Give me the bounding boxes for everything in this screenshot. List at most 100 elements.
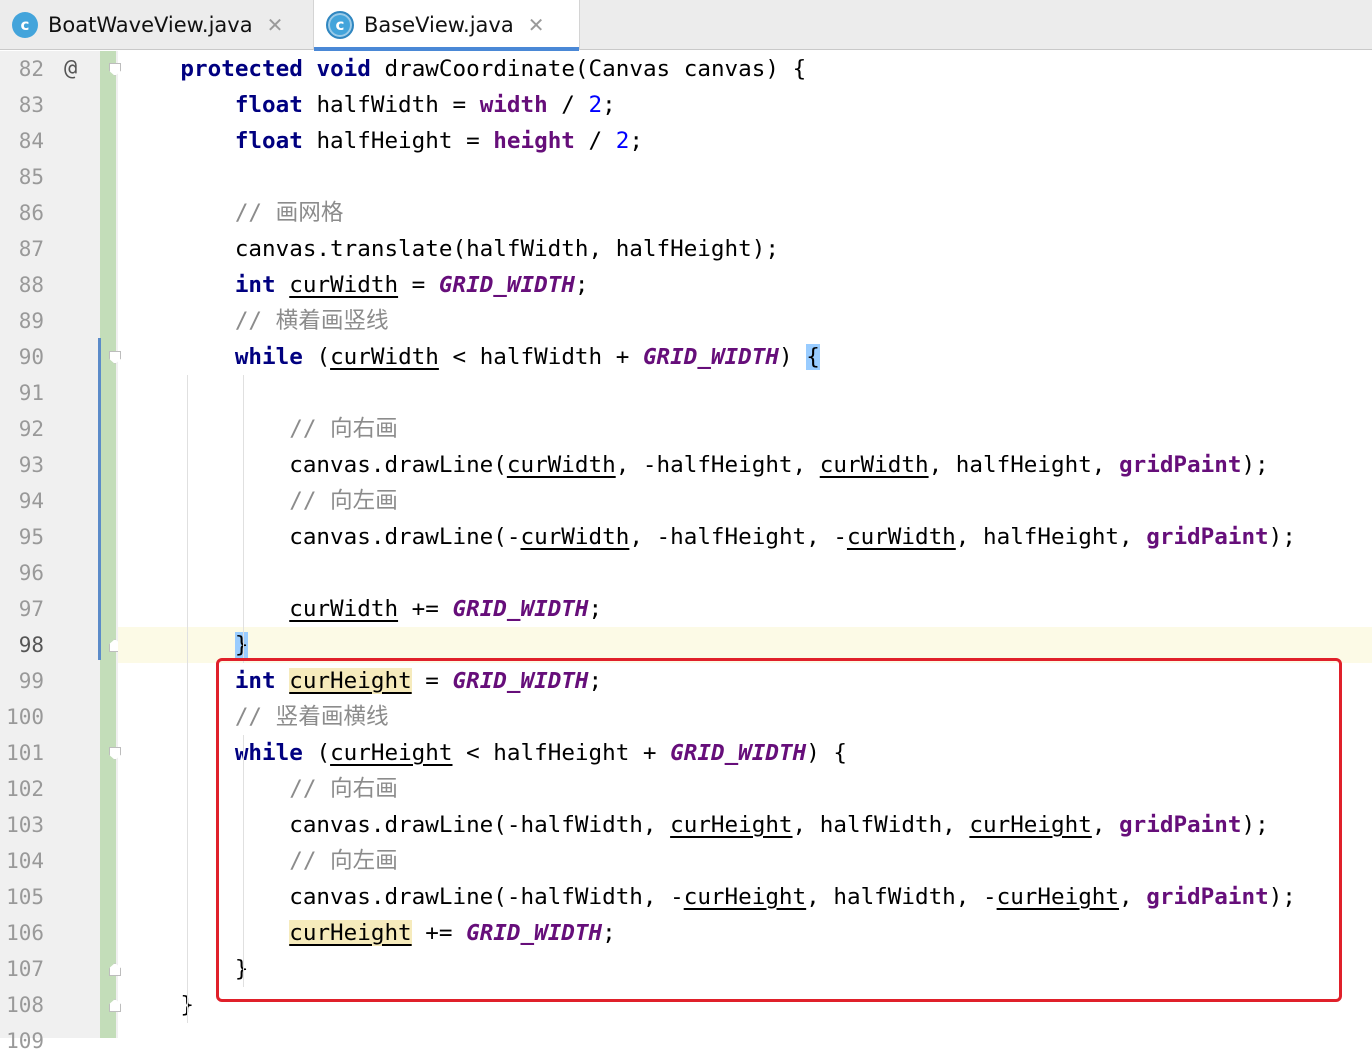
- line-number[interactable]: 99: [0, 663, 44, 699]
- code-token: < halfHeight +: [452, 740, 671, 766]
- tab-baseview[interactable]: c BaseView.java ✕: [314, 0, 580, 51]
- code-token-var: curWidth: [289, 596, 399, 622]
- code-line[interactable]: // 画网格: [118, 195, 1372, 231]
- close-icon[interactable]: ✕: [267, 13, 284, 37]
- code-line[interactable]: while (curWidth < halfWidth + GRID_WIDTH…: [118, 339, 1372, 375]
- close-icon[interactable]: ✕: [528, 13, 545, 37]
- line-number[interactable]: 105: [0, 879, 44, 915]
- indent-guide: [187, 375, 188, 1023]
- code-line[interactable]: }: [118, 951, 1372, 987]
- code-token: drawCoordinate(Canvas canvas) {: [370, 56, 807, 82]
- code-line[interactable]: // 横着画竖线: [118, 303, 1372, 339]
- code-line[interactable]: [118, 159, 1372, 195]
- code-line[interactable]: float halfHeight = height / 2;: [118, 123, 1372, 159]
- code-token: canvas.drawLine(: [126, 452, 507, 478]
- code-line[interactable]: canvas.drawLine(-halfWidth, -curHeight, …: [118, 879, 1372, 915]
- line-number[interactable]: 87: [0, 231, 44, 267]
- code-line[interactable]: canvas.translate(halfWidth, halfHeight);: [118, 231, 1372, 267]
- code-text: canvas.drawLine(-halfWidth, curHeight, h…: [126, 807, 1269, 843]
- code-line[interactable]: // 竖着画横线: [118, 699, 1372, 735]
- code-token: (: [302, 344, 331, 370]
- line-number[interactable]: 107: [0, 951, 44, 987]
- code-line[interactable]: while (curHeight < halfHeight + GRID_WID…: [118, 735, 1372, 771]
- code-token-kw: int: [234, 668, 276, 694]
- line-number[interactable]: 88: [0, 267, 44, 303]
- code-line[interactable]: // 向左画: [118, 843, 1372, 879]
- code-token-cmt: // 竖着画横线: [234, 704, 389, 730]
- code-line[interactable]: canvas.drawLine(curWidth, -halfHeight, c…: [118, 447, 1372, 483]
- line-number[interactable]: 94: [0, 483, 44, 519]
- code-line[interactable]: // 向右画: [118, 411, 1372, 447]
- line-number[interactable]: 108: [0, 987, 44, 1023]
- code-line[interactable]: [118, 555, 1372, 591]
- line-number[interactable]: 91: [0, 375, 44, 411]
- code-token: }: [126, 992, 195, 1018]
- line-number[interactable]: 89: [0, 303, 44, 339]
- line-number[interactable]: 106: [0, 915, 44, 951]
- code-line[interactable]: // 向右画: [118, 771, 1372, 807]
- line-number[interactable]: 98: [0, 627, 44, 663]
- code-token: =: [398, 272, 439, 298]
- code-text: canvas.drawLine(-curWidth, -halfHeight, …: [126, 519, 1296, 555]
- line-number[interactable]: 83: [0, 87, 44, 123]
- override-marker-icon[interactable]: @: [64, 51, 77, 87]
- line-number[interactable]: 102: [0, 771, 44, 807]
- line-number[interactable]: 92: [0, 411, 44, 447]
- code-token: halfHeight =: [302, 128, 494, 154]
- code-token: ;: [629, 128, 643, 154]
- code-token-var: curWidth: [289, 272, 399, 298]
- line-number[interactable]: 101: [0, 735, 44, 771]
- code-token: ;: [588, 668, 603, 694]
- line-number[interactable]: 90: [0, 339, 44, 375]
- code-line[interactable]: curWidth += GRID_WIDTH;: [118, 591, 1372, 627]
- code-line[interactable]: protected void drawCoordinate(Canvas can…: [118, 51, 1372, 87]
- code-line[interactable]: curHeight += GRID_WIDTH;: [118, 915, 1372, 951]
- code-token-kw: while: [234, 740, 303, 766]
- line-number[interactable]: 104: [0, 843, 44, 879]
- line-number[interactable]: 93: [0, 447, 44, 483]
- code-token: ;: [588, 596, 603, 622]
- code-token: , halfHeight,: [928, 452, 1120, 478]
- tab-label: BaseView.java: [364, 13, 514, 37]
- code-line[interactable]: int curWidth = GRID_WIDTH;: [118, 267, 1372, 303]
- line-number[interactable]: 84: [0, 123, 44, 159]
- line-number[interactable]: 82: [0, 51, 44, 87]
- code-line[interactable]: canvas.drawLine(-curWidth, -halfHeight, …: [118, 519, 1372, 555]
- tab-boatwaveview[interactable]: c BoatWaveView.java ✕: [0, 0, 314, 50]
- code-line[interactable]: float halfWidth = width / 2;: [118, 87, 1372, 123]
- line-number[interactable]: 103: [0, 807, 44, 843]
- code-line[interactable]: [118, 1023, 1372, 1059]
- code-line[interactable]: }: [118, 987, 1372, 1023]
- code-token-var: curHeight: [996, 884, 1120, 910]
- line-number[interactable]: 97: [0, 591, 44, 627]
- line-number[interactable]: 100: [0, 699, 44, 735]
- code-editor[interactable]: } } curHeight += GRID_WIDTH; canvas.draw…: [118, 51, 1372, 1038]
- code-text: // 向右画: [126, 771, 398, 807]
- code-line[interactable]: [118, 375, 1372, 411]
- code-line[interactable]: }: [118, 627, 1372, 663]
- line-number[interactable]: 95: [0, 519, 44, 555]
- code-token-fld: gridPaint: [1146, 884, 1269, 910]
- code-token: );: [1241, 812, 1269, 838]
- code-line[interactable]: canvas.drawLine(-halfWidth, curHeight, h…: [118, 807, 1372, 843]
- line-number[interactable]: 109: [0, 1023, 44, 1059]
- code-line[interactable]: // 向左画: [118, 483, 1372, 519]
- line-number[interactable]: 86: [0, 195, 44, 231]
- line-number[interactable]: 85: [0, 159, 44, 195]
- line-number[interactable]: 96: [0, 555, 44, 591]
- code-line[interactable]: int curHeight = GRID_WIDTH;: [118, 663, 1372, 699]
- code-text: curWidth += GRID_WIDTH;: [126, 591, 602, 627]
- code-token-cmt: // 向左画: [289, 488, 398, 514]
- code-token-fld: gridPaint: [1119, 452, 1242, 478]
- code-token-fld: height: [493, 128, 575, 154]
- code-text: curHeight += GRID_WIDTH;: [126, 915, 616, 951]
- code-token-brace: }: [234, 632, 249, 658]
- code-token-var: curWidth: [330, 344, 439, 370]
- code-token-var: curHeight: [289, 920, 412, 946]
